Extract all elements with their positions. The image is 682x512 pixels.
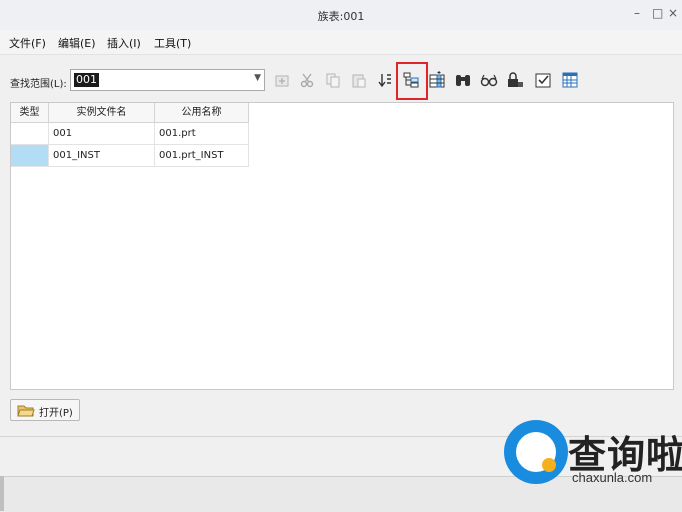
add-column-icon[interactable] bbox=[428, 71, 446, 89]
title-bar: 族表:001 – □ × bbox=[0, 0, 682, 31]
lookin-combobox[interactable]: 001 ▼ bbox=[70, 69, 265, 91]
watermark-logo: 查询啦 chaxunla.com bbox=[500, 420, 682, 511]
folder-open-icon bbox=[17, 403, 35, 420]
highlight-box bbox=[396, 62, 428, 100]
cell-common-name: 001.prt bbox=[155, 123, 249, 145]
menu-edit[interactable]: 编辑(E) bbox=[58, 35, 96, 51]
lookin-value: 001 bbox=[74, 73, 99, 87]
menu-insert[interactable]: 插入(I) bbox=[107, 35, 141, 51]
family-table: 类型 实例文件名 公用名称 001 001.prt 001_INST 001.p… bbox=[10, 102, 674, 390]
lock-icon[interactable] bbox=[506, 71, 524, 89]
watermark-domain: chaxunla.com bbox=[572, 470, 653, 485]
maximize-button[interactable]: □ bbox=[652, 6, 663, 20]
cell-type-selected bbox=[11, 145, 49, 167]
column-header-type[interactable]: 类型 bbox=[11, 103, 49, 123]
cell-instance: 001 bbox=[49, 123, 155, 145]
column-header-common-name[interactable]: 公用名称 bbox=[155, 103, 249, 123]
divider bbox=[0, 476, 4, 511]
table-header: 类型 实例文件名 公用名称 bbox=[11, 103, 673, 123]
column-header-instance[interactable]: 实例文件名 bbox=[49, 103, 155, 123]
cut-icon[interactable] bbox=[298, 71, 316, 89]
cell-type bbox=[11, 123, 49, 145]
table-editor-icon[interactable] bbox=[561, 71, 579, 89]
minimize-button[interactable]: – bbox=[634, 6, 640, 20]
open-button[interactable]: 打开(P) bbox=[10, 399, 80, 421]
cell-common-name: 001.prt_INST bbox=[155, 145, 249, 167]
menu-tools[interactable]: 工具(T) bbox=[154, 35, 191, 51]
lookin-label: 查找范围(L): bbox=[10, 79, 67, 90]
menu-bar: 文件(F) 编辑(E) 插入(I) 工具(T) bbox=[0, 30, 682, 55]
sort-icon[interactable] bbox=[376, 71, 394, 89]
copy-icon[interactable] bbox=[324, 71, 342, 89]
paste-icon[interactable] bbox=[350, 71, 368, 89]
menu-file[interactable]: 文件(F) bbox=[9, 35, 46, 51]
close-button[interactable]: × bbox=[668, 6, 678, 20]
open-button-label: 打开(P) bbox=[39, 408, 73, 419]
cell-instance: 001_INST bbox=[49, 145, 155, 167]
chevron-down-icon[interactable]: ▼ bbox=[254, 73, 261, 83]
find-icon[interactable] bbox=[454, 71, 472, 89]
preview-icon[interactable] bbox=[480, 71, 498, 89]
window-title: 族表:001 bbox=[317, 10, 365, 23]
verify-icon[interactable] bbox=[534, 71, 552, 89]
insert-row-icon[interactable] bbox=[273, 71, 291, 89]
